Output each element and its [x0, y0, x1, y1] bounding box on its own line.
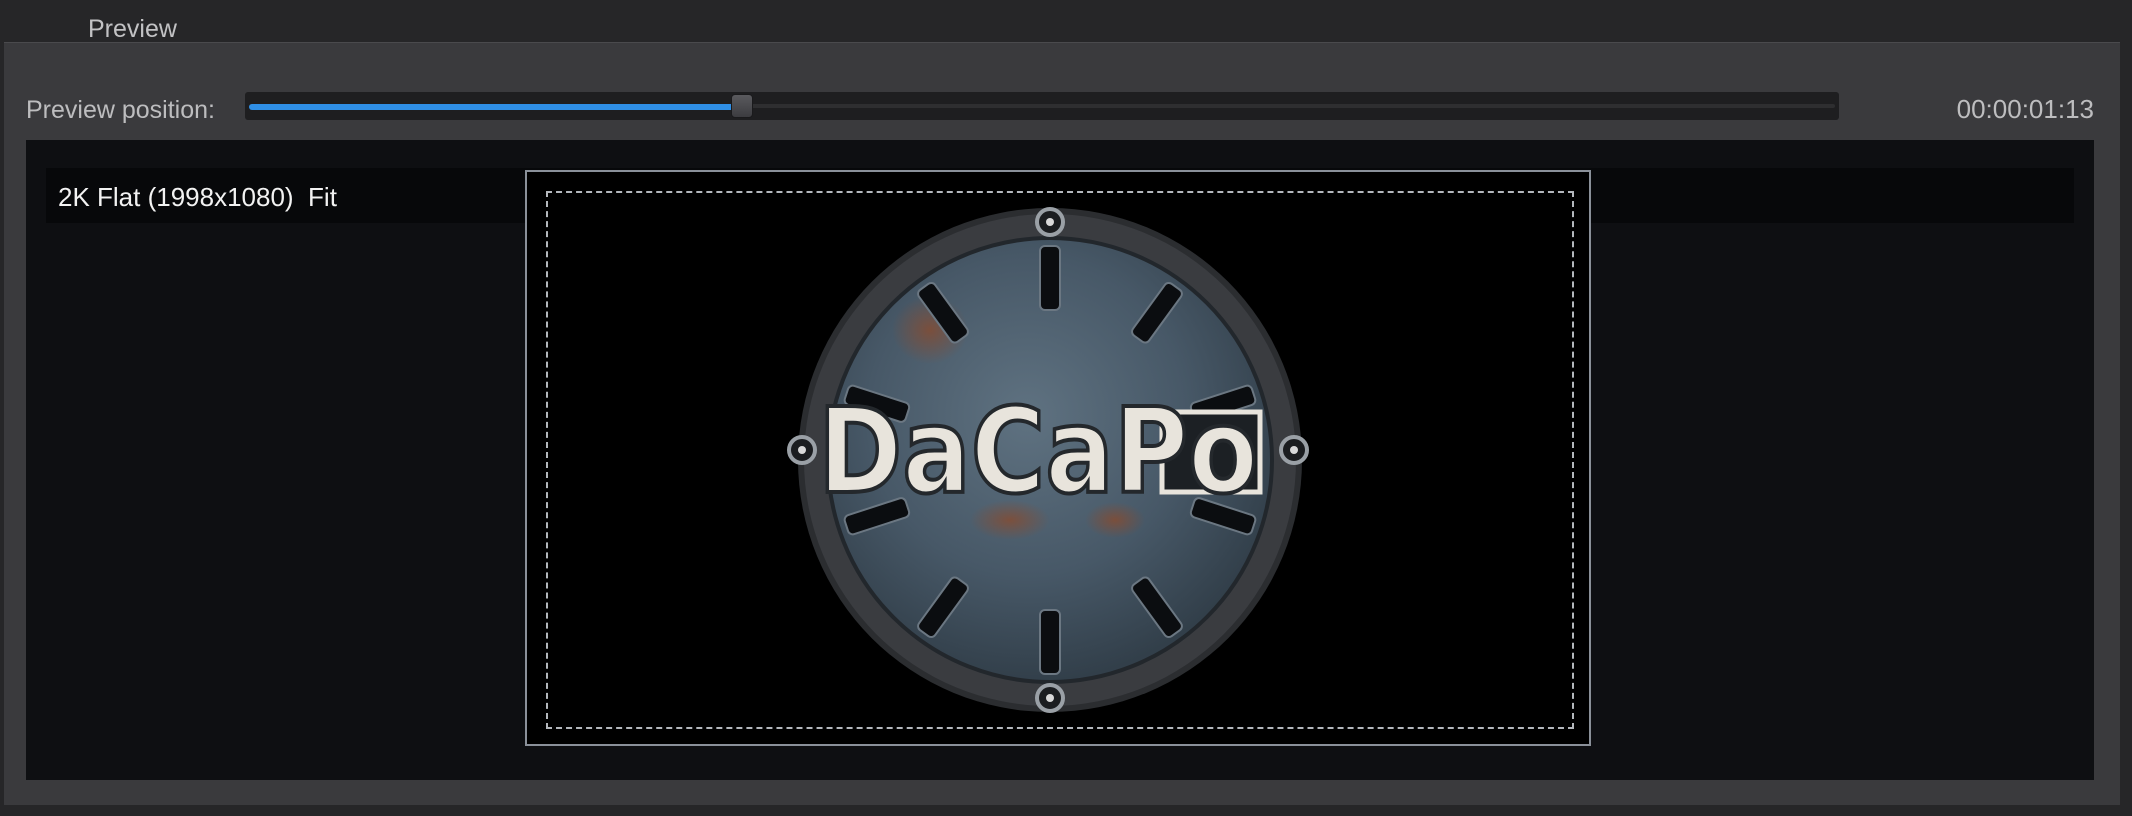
tab-preview[interactable]: Preview [88, 14, 177, 44]
format-label: 2K Flat (1998x1080) Fit [58, 182, 337, 212]
logo-text: DaCaPo [818, 382, 1258, 520]
format-name: 2K Flat (1998x1080) [58, 182, 294, 212]
preview-position-label: Preview position: [26, 96, 215, 124]
dacapo-logo: DaCaPo [787, 207, 1309, 713]
zoom-mode[interactable]: Fit [308, 182, 337, 212]
timecode-display: 00:00:01:13 [1956, 94, 2094, 124]
slider-thumb[interactable] [731, 94, 753, 118]
slider-fill [249, 104, 741, 110]
preview-position-slider[interactable] [245, 92, 1839, 120]
tab-header: Preview [0, 0, 2132, 44]
